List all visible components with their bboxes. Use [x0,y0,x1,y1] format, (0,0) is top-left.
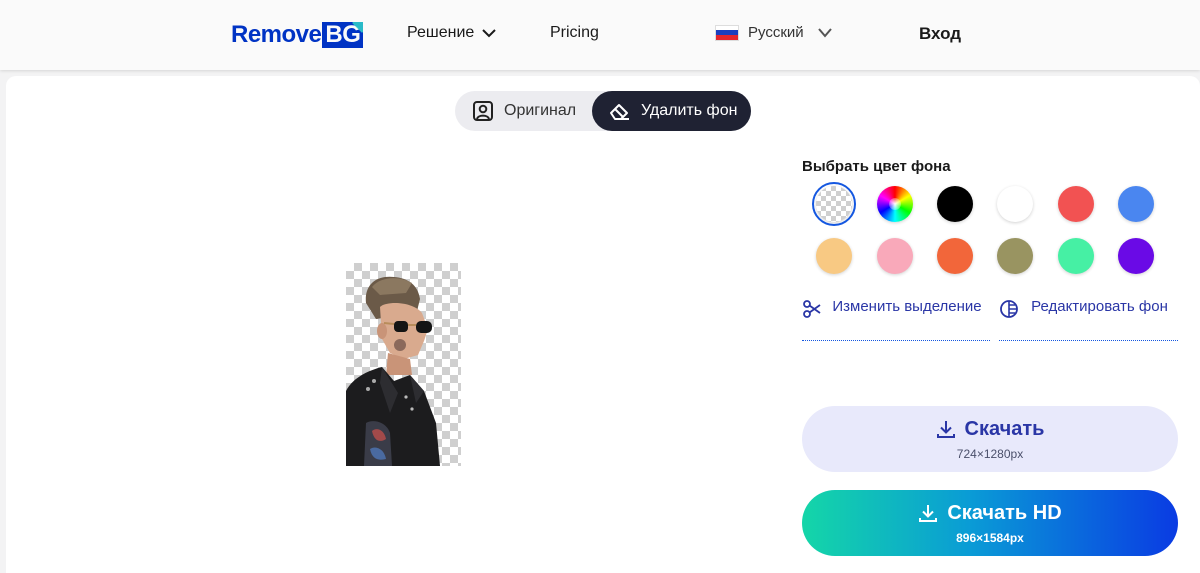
person-cutout [346,276,440,466]
swatch-pink[interactable] [877,238,913,274]
view-toggle: Оригинал Удалить фон [455,91,751,131]
russia-flag-icon [715,24,739,41]
eraser-icon [610,104,629,120]
tab-original-label: Оригинал [504,102,577,119]
language-label: Русский [748,24,804,41]
change-selection-button[interactable]: Изменить выделение [802,295,990,341]
download-icon [919,505,938,522]
swatch-peach[interactable] [816,238,852,274]
logo-word: Remove [231,21,322,48]
download-row: Скачать [936,417,1045,441]
removebg-logo[interactable]: Remove BG [231,21,364,48]
chevron-down-icon [482,29,496,38]
download-hd-row: Скачать HD [918,501,1062,525]
swatch-olive[interactable] [997,238,1033,274]
edit-background-button[interactable]: Редактировать фон [999,295,1178,341]
download-size: 724×1280px [956,446,1024,461]
download-hd-size: 896×1584px [956,530,1024,545]
download-button[interactable]: Скачать 724×1280px [802,406,1178,472]
layers-icon [1000,300,1018,318]
swatch-black[interactable] [937,186,973,222]
tab-remove-background[interactable]: Удалить фон [592,91,751,131]
tab-remove-background-label: Удалить фон [641,102,738,119]
change-selection-label: Изменить выделение [832,298,982,315]
swatch-red[interactable] [1058,186,1094,222]
nav-solution-menu[interactable]: Решение [407,24,496,42]
scissors-icon [803,300,821,318]
result-preview-image [346,263,461,466]
logo-badge: BG [322,22,364,48]
download-hd-label: Скачать HD [947,501,1062,524]
swatch-transparent[interactable] [812,182,856,226]
portrait-icon [473,101,493,121]
swatch-white[interactable] [997,186,1033,222]
nav-pricing-link[interactable]: Pricing [550,24,599,42]
tab-original[interactable]: Оригинал [472,91,576,131]
swatch-orange[interactable] [937,238,973,274]
edit-background-label: Редактировать фон [1031,298,1168,315]
swatch-violet[interactable] [1118,238,1154,274]
download-hd-button[interactable]: Скачать HD 896×1584px [802,490,1178,556]
top-nav-bar: Remove BG Решение Pricing Русский Вход [0,0,1200,70]
download-label: Скачать [964,417,1045,440]
swatch-mint[interactable] [1058,238,1094,274]
login-link[interactable]: Вход [919,24,961,44]
language-selector[interactable]: Русский [715,24,832,41]
nav-solution-label: Решение [407,24,475,41]
swatch-color-picker[interactable] [877,186,913,222]
caret-down-icon [817,27,832,38]
swatch-blue[interactable] [1118,186,1154,222]
download-icon [936,421,955,438]
background-color-title: Выбрать цвет фона [802,158,951,175]
